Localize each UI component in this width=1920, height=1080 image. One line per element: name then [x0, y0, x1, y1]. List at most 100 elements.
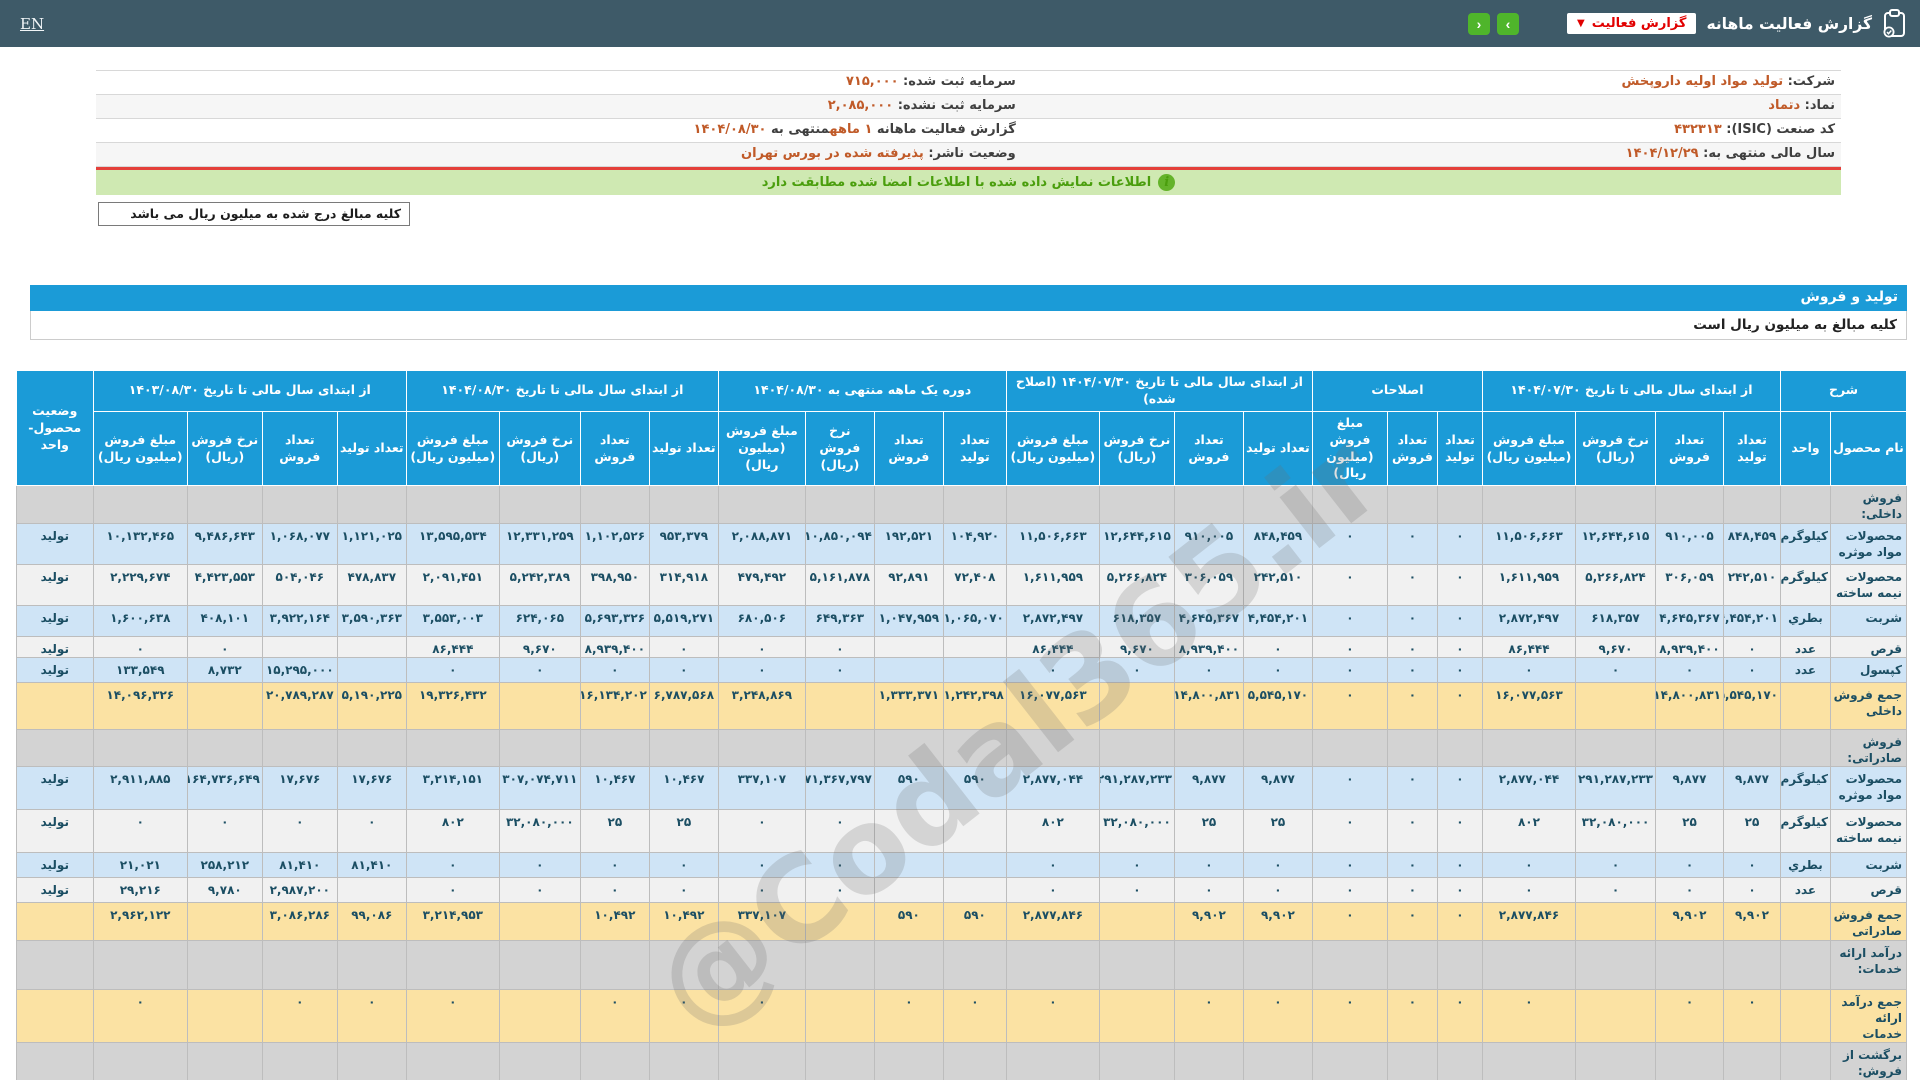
cell-status: تولید: [15, 852, 94, 879]
cell-cor0730-forush: [1173, 939, 1244, 990]
cell-eslahat-forush: ۰: [1386, 635, 1438, 658]
cell-eslahat-tolid: ۰: [1436, 988, 1483, 1044]
cell-y0830-tolid: ۲۵: [648, 809, 719, 854]
cell-dore-nerkh: ۰: [804, 877, 875, 904]
cell-cor0730-tolid: [1242, 1042, 1313, 1080]
info-row: شرکت: تولید مواد اولیه داروپخش سرمایه ثبت…: [96, 71, 1841, 95]
english-language-link[interactable]: EN: [20, 15, 44, 33]
cell-eslahat-mablagh: [1311, 728, 1388, 768]
cell-dore-forush: ۱,۰۴۷,۹۵۹: [873, 604, 944, 637]
cell-cor0730-forush: ۳۰۶,۰۵۹: [1173, 563, 1244, 606]
cell-cor0730-forush: ۴,۶۴۵,۳۶۷: [1173, 604, 1244, 637]
cell-t0730-mablagh: [1481, 939, 1576, 990]
cell-y0830-nerkh: [498, 681, 581, 730]
cell-y0330-tolid: ۰: [336, 809, 407, 854]
cell-y0330-mablagh: [92, 728, 188, 768]
clipboard-report-icon: [1882, 9, 1906, 38]
cell-cor0730-nerkh: [1098, 728, 1175, 768]
cell-t0730-mablagh: ۰: [1481, 988, 1576, 1044]
cell-y0830-nerkh: [498, 988, 581, 1044]
notice-text: اطلاعات نمایش داده شده با اطلاعات امضا ش…: [761, 175, 1152, 190]
cell-eslahat-forush: [1386, 1042, 1438, 1080]
cell-eslahat-mablagh: ۰: [1311, 635, 1388, 658]
cell-status: [15, 1042, 94, 1080]
amounts-unit-note-box: کلیه مبالغ درج شده به میلیون ریال می باش…: [98, 202, 410, 226]
column-header: تعداد تولید: [1722, 410, 1781, 487]
column-header: تعداد فروش: [1173, 410, 1244, 487]
cell-eslahat-mablagh: ۰: [1311, 656, 1388, 683]
cell-t0730-nerkh: ۲۹۱,۲۸۷,۲۳۳: [1574, 766, 1656, 811]
cell-y0330-nerkh: ۱۶۴,۷۳۶,۶۴۹: [186, 766, 263, 811]
cell-t0730-nerkh: ۳۲,۰۸۰,۰۰۰: [1574, 809, 1656, 854]
column-header-name: نام محصول: [1830, 410, 1907, 487]
cell-cor0730-mablagh: ۲,۸۷۷,۸۴۶: [1005, 902, 1100, 941]
column-header: تعداد فروش: [261, 410, 338, 487]
cell-y0830-tolid: ۱۰,۴۶۷: [648, 766, 719, 811]
cell-eslahat-forush: ۰: [1386, 604, 1438, 637]
cell-y0330-mablagh: ۲,۹۶۲,۱۲۲: [92, 902, 188, 941]
cell-dore-mablagh: [717, 939, 806, 990]
cell-y0330-tolid: [336, 656, 407, 683]
cell-dore-mablagh: ۰: [717, 852, 806, 879]
cell-cor0730-mablagh: ۲,۸۷۷,۰۴۴: [1005, 766, 1100, 811]
next-report-button[interactable]: ›: [1497, 12, 1519, 35]
cell-y0830-mablagh: [405, 485, 500, 524]
cell-y0830-forush: ۵,۶۹۳,۳۲۶: [579, 604, 650, 637]
cell-eslahat-mablagh: ۰: [1311, 766, 1388, 811]
cell-cor0730-mablagh: ۱,۶۱۱,۹۵۹: [1005, 563, 1100, 606]
cell-eslahat-forush: ۰: [1386, 522, 1438, 565]
cell-y0830-forush: ۲۵: [579, 809, 650, 854]
cell-y0330-forush: ۱۷,۶۷۶: [261, 766, 338, 811]
cell-y0330-nerkh: ۰: [186, 635, 263, 658]
section-row: فروش صادراتی:: [15, 728, 1907, 768]
cell-unit: [1779, 681, 1832, 730]
cell-t0730-forush: ۲۵: [1654, 809, 1724, 854]
cell-cor0730-forush: ۹,۸۷۷: [1173, 766, 1244, 811]
data-row: محصولات نیمه ساخته کیلوگرم ۲۴۲,۵۱۰ ۳۰۶,۰۵۹ ۵…: [15, 563, 1907, 606]
column-header: تعداد تولید: [336, 410, 407, 487]
cell-t0730-mablagh: ۱۶,۰۷۷,۵۶۳: [1481, 681, 1576, 730]
cell-t0730-nerkh: [1574, 939, 1656, 990]
cell-t0730-tolid: [1722, 939, 1781, 990]
group-header-row: شرح از ابتدای سال مالی تا تاریخ ۱۴۰۴/۰۷/۳…: [15, 369, 1908, 487]
data-row: شربت بطري ۰ ۰ ۰ ۰ ۰ ۰ ۰ ۰ ۰ ۰ ۰ ۰ ۰ ۰ ۰ ۰ ۰ ۸۱,۴۱۰ ۸۱,۴۱۰ ۲۵۸…: [15, 852, 1907, 879]
cell-name: جمع درآمد ارائه خدمات: [1830, 988, 1907, 1044]
cell-t0730-forush: ۳۰۶,۰۵۹: [1654, 563, 1724, 606]
cell-y0330-tolid: ۵,۱۹۰,۲۲۵: [336, 681, 407, 730]
cell-cor0730-nerkh: [1098, 988, 1175, 1044]
cell-dore-tolid: ۷۲,۴۰۸: [942, 563, 1007, 606]
cell-y0330-forush: ۵۰۴,۰۴۶: [261, 563, 338, 606]
cell-y0830-nerkh: ۳۰۷,۰۷۴,۷۱۱: [498, 766, 581, 811]
cell-y0330-forush: ۲,۹۸۷,۲۰۰: [261, 877, 338, 904]
cell-y0330-nerkh: [186, 728, 263, 768]
cell-dore-tolid: [942, 635, 1007, 658]
cell-eslahat-tolid: [1436, 1042, 1483, 1080]
cell-y0830-forush: [579, 728, 650, 768]
info-icon: i: [1158, 174, 1176, 191]
cell-y0830-forush: ۱۶,۱۳۴,۲۰۲: [579, 681, 650, 730]
report-type-dropdown[interactable]: گزارش فعالیت ▼: [1567, 13, 1697, 34]
cell-cor0730-nerkh: [1098, 902, 1175, 941]
cell-y0830-nerkh: ۰: [498, 877, 581, 904]
cell-dore-nerkh: ۶۴۹,۳۶۳: [804, 604, 875, 637]
cell-t0730-nerkh: ۹,۶۷۰: [1574, 635, 1656, 658]
cell-name: قرص: [1830, 635, 1907, 658]
cell-eslahat-forush: ۰: [1386, 656, 1438, 683]
cell-y0330-mablagh: ۰: [92, 635, 188, 658]
cell-dore-mablagh: ۶۸۰,۵۰۶: [717, 604, 806, 637]
cell-t0730-nerkh: ۰: [1574, 656, 1656, 683]
cell-y0330-mablagh: ۰: [92, 988, 188, 1044]
cell-y0830-forush: ۰: [579, 988, 650, 1044]
cell-unit: [1779, 1042, 1832, 1080]
cell-cor0730-nerkh: ۱۲,۶۴۴,۶۱۵: [1098, 522, 1175, 565]
cell-name: شربت: [1830, 852, 1907, 879]
cell-y0330-tolid: ۸۱,۴۱۰: [336, 852, 407, 879]
cell-y0330-tolid: [336, 877, 407, 904]
previous-report-button[interactable]: ‹: [1468, 12, 1490, 35]
cell-t0730-nerkh: [1574, 485, 1656, 524]
column-group-header: اصلاحات: [1311, 370, 1483, 412]
cell-t0730-mablagh: [1481, 728, 1576, 768]
cell-t0730-nerkh: [1574, 728, 1656, 768]
cell-unit: [1779, 902, 1832, 941]
column-group-header: از ابتدای سال مالی تا تاریخ ۱۴۰۴/۰۸/۳۰: [405, 370, 719, 412]
